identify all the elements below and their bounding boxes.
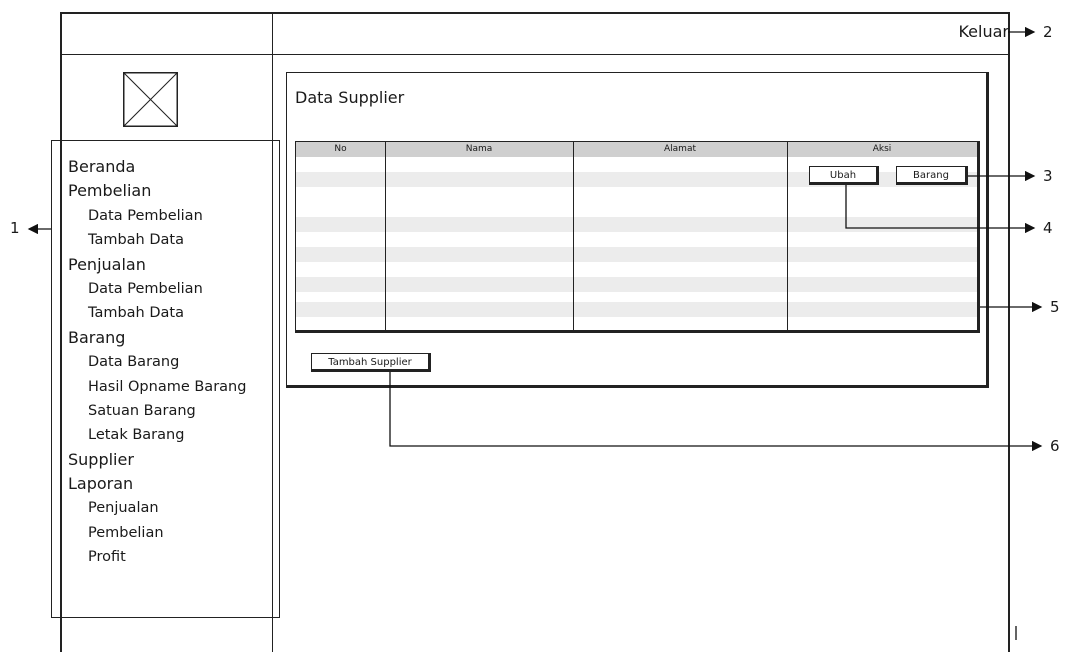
callout-2: 2 bbox=[1043, 23, 1053, 41]
callout-4: 4 bbox=[1043, 219, 1053, 237]
callout-3: 3 bbox=[1043, 167, 1053, 185]
callout-lines bbox=[27, 26, 1043, 640]
callout-6: 6 bbox=[1050, 437, 1060, 455]
callout-1: 1 bbox=[10, 219, 20, 237]
callout-5: 5 bbox=[1050, 298, 1060, 316]
